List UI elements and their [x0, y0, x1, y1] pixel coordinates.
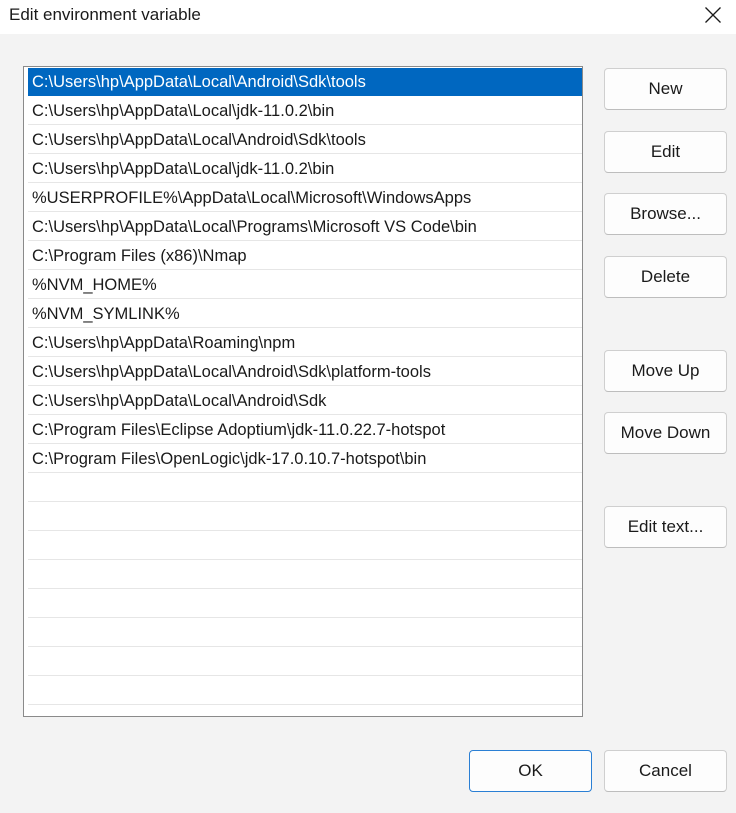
- empty-list-row: [28, 648, 582, 676]
- list-item[interactable]: %NVM_SYMLINK%: [28, 300, 582, 328]
- move-up-button[interactable]: Move Up: [604, 350, 727, 392]
- title-bar: Edit environment variable: [0, 0, 736, 34]
- list-item[interactable]: %NVM_HOME%: [28, 271, 582, 299]
- empty-list-row: [28, 677, 582, 705]
- list-item[interactable]: C:\Program Files (x86)\Nmap: [28, 242, 582, 270]
- list-item[interactable]: C:\Users\hp\AppData\Local\jdk-11.0.2\bin: [28, 155, 582, 183]
- cancel-button[interactable]: Cancel: [604, 750, 727, 792]
- list-item[interactable]: C:\Program Files\OpenLogic\jdk-17.0.10.7…: [28, 445, 582, 473]
- edit-button[interactable]: Edit: [604, 131, 727, 173]
- list-item[interactable]: C:\Users\hp\AppData\Local\Android\Sdk: [28, 387, 582, 415]
- new-button[interactable]: New: [604, 68, 727, 110]
- empty-list-row: [28, 532, 582, 560]
- close-icon: [705, 7, 721, 23]
- empty-list-row: [28, 590, 582, 618]
- list-item[interactable]: C:\Users\hp\AppData\Local\Android\Sdk\to…: [28, 126, 582, 154]
- path-list[interactable]: C:\Users\hp\AppData\Local\Android\Sdk\to…: [23, 66, 583, 717]
- empty-list-row: [28, 619, 582, 647]
- list-item[interactable]: C:\Users\hp\AppData\Roaming\npm: [28, 329, 582, 357]
- list-item[interactable]: C:\Users\hp\AppData\Local\jdk-11.0.2\bin: [28, 97, 582, 125]
- list-item[interactable]: C:\Program Files\Eclipse Adoptium\jdk-11…: [28, 416, 582, 444]
- browse-button[interactable]: Browse...: [604, 193, 727, 235]
- list-item[interactable]: C:\Users\hp\AppData\Local\Android\Sdk\to…: [28, 68, 582, 96]
- delete-button[interactable]: Delete: [604, 256, 727, 298]
- move-down-button[interactable]: Move Down: [604, 412, 727, 454]
- empty-list-row: [28, 474, 582, 502]
- window-title: Edit environment variable: [9, 5, 201, 24]
- list-item[interactable]: C:\Users\hp\AppData\Local\Programs\Micro…: [28, 213, 582, 241]
- edit-text-button[interactable]: Edit text...: [604, 506, 727, 548]
- list-item[interactable]: C:\Users\hp\AppData\Local\Android\Sdk\pl…: [28, 358, 582, 386]
- empty-list-row: [28, 561, 582, 589]
- empty-list-row: [28, 503, 582, 531]
- ok-button[interactable]: OK: [469, 750, 592, 792]
- list-item[interactable]: %USERPROFILE%\AppData\Local\Microsoft\Wi…: [28, 184, 582, 212]
- close-button[interactable]: [690, 0, 736, 30]
